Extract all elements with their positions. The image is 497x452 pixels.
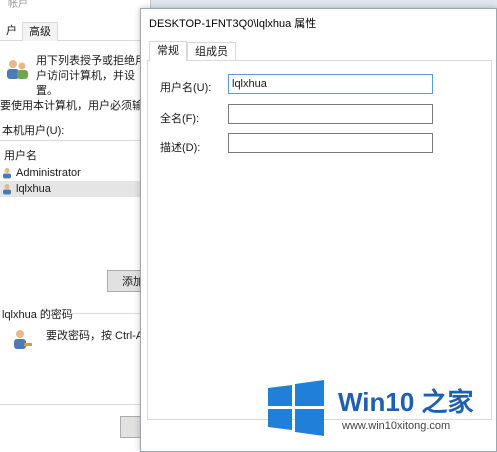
brand-name: Win10 之家 <box>338 387 474 417</box>
username-label: 用户名(U): <box>160 82 212 94</box>
window-title: 帐户 <box>0 0 150 18</box>
accounts-description: 用下列表授予或拒绝用户访问计算机，并设置。 <box>36 55 146 97</box>
dialog-tab-bar: 常规 组成员 <box>145 41 496 62</box>
tab-advanced[interactable]: 高级 <box>22 22 58 41</box>
user-key-icon <box>14 330 32 349</box>
divider <box>0 404 150 405</box>
user-name: lqlxhua <box>16 183 51 195</box>
tab-general[interactable]: 常规 <box>149 41 187 62</box>
password-description: 要改密码，按 Ctrl-Alt- <box>46 330 153 342</box>
description-label: 描述(D): <box>160 142 201 154</box>
description-field[interactable] <box>228 133 433 153</box>
username-field[interactable] <box>228 74 433 94</box>
user-name: Administrator <box>16 167 81 179</box>
list-item[interactable]: Administrator <box>0 165 150 181</box>
column-header-username[interactable]: 用户名 <box>4 147 37 163</box>
brand-url: www.win10xitong.com <box>342 420 451 432</box>
checkbox-label: 要使用本计算机，用户必须输入 <box>0 100 154 112</box>
tab-bar: 户 高级 <box>0 20 150 41</box>
user-icon <box>3 184 11 195</box>
tab-users[interactable]: 户 <box>0 22 23 40</box>
fullname-field[interactable] <box>228 104 433 124</box>
fullname-label: 全名(F): <box>160 113 200 125</box>
group-divider <box>70 313 150 314</box>
list-item-selected[interactable]: lqlxhua <box>0 181 150 197</box>
dialog-title: DESKTOP-1FNT3Q0\lqlxhua 属性 <box>149 18 317 30</box>
password-group-label: lqlxhua 的密码 <box>2 309 73 321</box>
must-enter-password-checkbox[interactable]: 要使用本计算机，用户必须输入 <box>0 97 154 113</box>
user-list[interactable]: 用户名 Administrator lqlxhua <box>0 140 150 263</box>
user-icon <box>3 168 11 179</box>
local-users-label: 本机用户(U): <box>2 125 65 137</box>
general-panel: 用户名(U): 全名(F): 描述(D): <box>147 60 492 420</box>
tab-member-of[interactable]: 组成员 <box>187 42 236 61</box>
user-accounts-window: 帐户 户 高级 用下列表授予或拒绝用户访问计算机，并设置。 要使用本计算机，用户… <box>0 0 154 452</box>
windows-logo-icon <box>268 380 324 436</box>
users-icon <box>7 60 28 79</box>
watermark: Win10 之家 www.win10xitong.com <box>262 376 492 442</box>
